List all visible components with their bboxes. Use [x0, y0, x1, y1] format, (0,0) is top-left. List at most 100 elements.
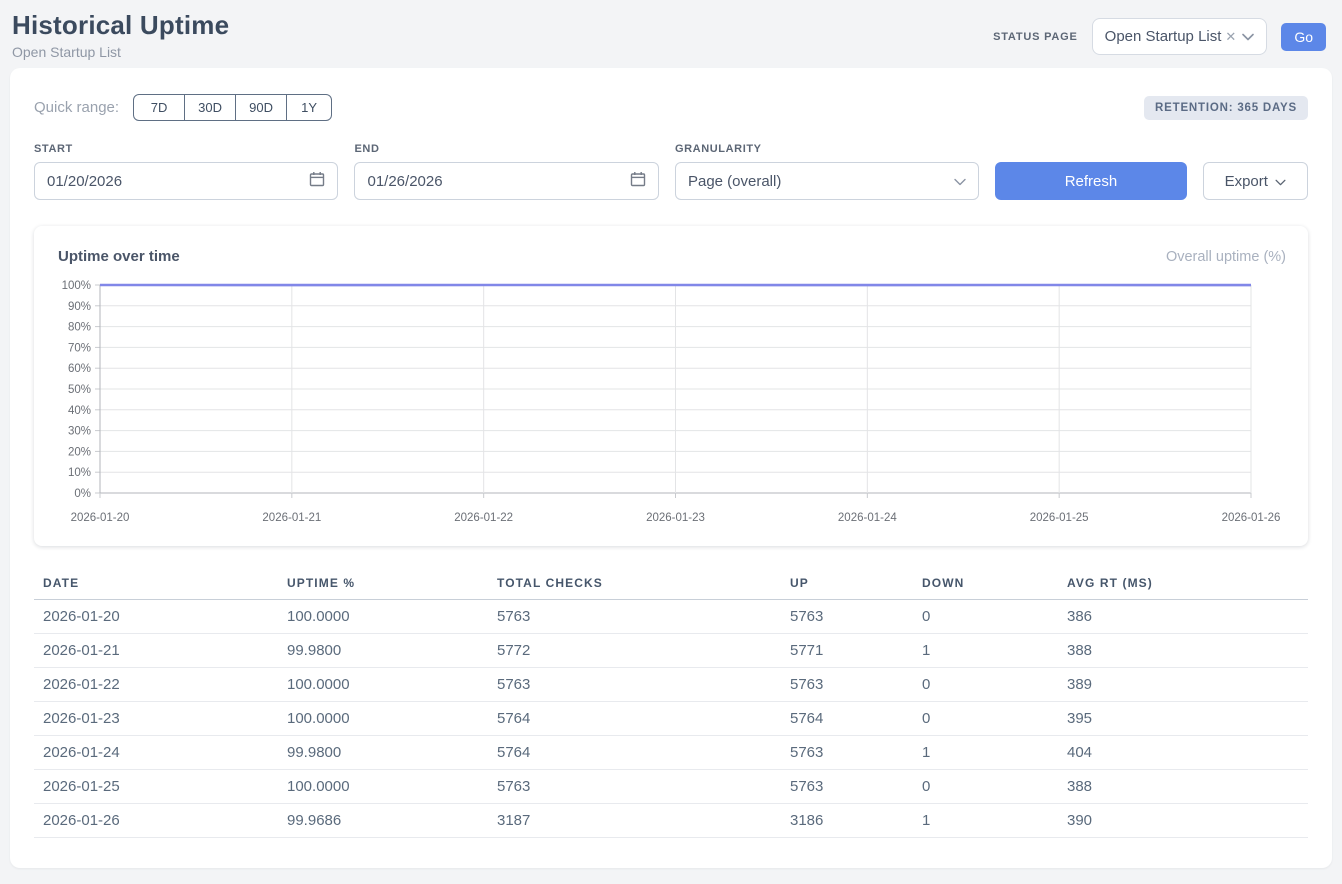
- svg-text:20%: 20%: [68, 446, 91, 458]
- start-date-value: 01/20/2026: [47, 173, 122, 190]
- start-field: START 01/20/2026: [34, 143, 338, 200]
- header-right: STATUS PAGE Open Startup List ✕ Go: [993, 18, 1326, 55]
- table-cell: 5764: [497, 736, 790, 770]
- table-cell: 1: [922, 736, 1067, 770]
- table-row: 2026-01-2699.9686318731861390: [34, 804, 1308, 838]
- calendar-icon[interactable]: [630, 171, 646, 191]
- clear-icon[interactable]: ✕: [1225, 30, 1236, 43]
- table-cell: 390: [1067, 804, 1308, 838]
- table-cell: 404: [1067, 736, 1308, 770]
- svg-text:30%: 30%: [68, 426, 91, 438]
- table-cell: 100.0000: [287, 770, 497, 804]
- table-row: 2026-01-2199.9800577257711388: [34, 634, 1308, 668]
- title-block: Historical Uptime Open Startup List: [12, 10, 229, 60]
- table-cell: 5763: [790, 600, 922, 634]
- table-cell: 2026-01-20: [34, 600, 287, 634]
- retention-badge: RETENTION: 365 DAYS: [1144, 96, 1308, 120]
- table-header-row: DATEUPTIME %TOTAL CHECKSUPDOWNAVG RT (MS…: [34, 568, 1308, 600]
- export-label: Export: [1225, 173, 1268, 190]
- table-cell: 3186: [790, 804, 922, 838]
- column-header: AVG RT (MS): [1067, 568, 1308, 600]
- svg-text:40%: 40%: [68, 405, 91, 417]
- table-row: 2026-01-23100.0000576457640395: [34, 702, 1308, 736]
- export-button[interactable]: Export: [1203, 162, 1308, 200]
- table-row: 2026-01-2499.9800576457631404: [34, 736, 1308, 770]
- table-cell: 5763: [790, 736, 922, 770]
- table-cell: 99.9800: [287, 634, 497, 668]
- table-cell: 3187: [497, 804, 790, 838]
- quick-range-90d[interactable]: 90D: [235, 94, 287, 121]
- refresh-button[interactable]: Refresh: [995, 162, 1186, 200]
- table-row: 2026-01-22100.0000576357630389: [34, 668, 1308, 702]
- svg-text:2026-01-26: 2026-01-26: [1222, 512, 1281, 524]
- svg-text:2026-01-24: 2026-01-24: [838, 512, 897, 524]
- quick-range-row: Quick range: 7D30D90D1Y RETENTION: 365 D…: [34, 94, 1308, 121]
- start-date-input[interactable]: 01/20/2026: [34, 162, 338, 200]
- granularity-value: Page (overall): [688, 173, 781, 190]
- table-row: 2026-01-20100.0000576357630386: [34, 600, 1308, 634]
- svg-text:2026-01-23: 2026-01-23: [646, 512, 705, 524]
- chevron-down-icon: [954, 173, 966, 190]
- table-cell: 0: [922, 600, 1067, 634]
- table-cell: 99.9686: [287, 804, 497, 838]
- table-cell: 388: [1067, 770, 1308, 804]
- granularity-select[interactable]: Page (overall): [675, 162, 979, 200]
- table-cell: 5763: [497, 600, 790, 634]
- column-header: UPTIME %: [287, 568, 497, 600]
- uptime-line-chart: 0%10%20%30%40%50%60%70%80%90%100%2026-01…: [54, 275, 1288, 538]
- go-button[interactable]: Go: [1281, 23, 1326, 51]
- table-cell: 5772: [497, 634, 790, 668]
- svg-text:2026-01-21: 2026-01-21: [262, 512, 321, 524]
- column-header: DOWN: [922, 568, 1067, 600]
- top-header: Historical Uptime Open Startup List STAT…: [0, 0, 1342, 68]
- table-cell: 100.0000: [287, 668, 497, 702]
- quick-range-30d[interactable]: 30D: [184, 94, 236, 121]
- uptime-table: DATEUPTIME %TOTAL CHECKSUPDOWNAVG RT (MS…: [34, 568, 1308, 838]
- table-cell: 0: [922, 702, 1067, 736]
- svg-text:90%: 90%: [68, 301, 91, 313]
- chart-legend: Overall uptime (%): [1166, 249, 1286, 265]
- chart-header: Uptime over time Overall uptime (%): [54, 244, 1288, 275]
- table-cell: 389: [1067, 668, 1308, 702]
- filters-row: START 01/20/2026 END 01/26/2026 GRANULAR…: [34, 143, 1308, 200]
- end-date-value: 01/26/2026: [367, 173, 442, 190]
- end-field: END 01/26/2026: [354, 143, 658, 200]
- calendar-icon[interactable]: [309, 171, 325, 191]
- page-subtitle: Open Startup List: [12, 44, 229, 60]
- quick-range-label: Quick range:: [34, 99, 119, 116]
- end-date-input[interactable]: 01/26/2026: [354, 162, 658, 200]
- quick-range-1y[interactable]: 1Y: [286, 94, 332, 121]
- table-cell: 0: [922, 668, 1067, 702]
- table-cell: 2026-01-21: [34, 634, 287, 668]
- table-cell: 100.0000: [287, 600, 497, 634]
- table-cell: 5771: [790, 634, 922, 668]
- svg-text:50%: 50%: [68, 384, 91, 396]
- column-header: TOTAL CHECKS: [497, 568, 790, 600]
- table-row: 2026-01-25100.0000576357630388: [34, 770, 1308, 804]
- uptime-chart-card: Uptime over time Overall uptime (%) 0% 10…: [34, 226, 1308, 546]
- svg-text:10%: 10%: [68, 467, 91, 479]
- status-page-label: STATUS PAGE: [993, 31, 1078, 43]
- table-cell: 388: [1067, 634, 1308, 668]
- status-page-value: Open Startup List: [1105, 28, 1222, 45]
- quick-range-group: 7D30D90D1Y: [133, 94, 332, 121]
- granularity-label: GRANULARITY: [675, 143, 979, 155]
- status-page-select[interactable]: Open Startup List ✕: [1092, 18, 1268, 55]
- svg-text:100%: 100%: [62, 280, 91, 292]
- chevron-down-icon: [1242, 28, 1254, 45]
- table-cell: 1: [922, 634, 1067, 668]
- svg-text:0%: 0%: [74, 488, 91, 500]
- table-cell: 386: [1067, 600, 1308, 634]
- table-cell: 2026-01-25: [34, 770, 287, 804]
- svg-text:2026-01-22: 2026-01-22: [454, 512, 513, 524]
- table-cell: 5764: [790, 702, 922, 736]
- page-title: Historical Uptime: [12, 10, 229, 41]
- end-label: END: [354, 143, 658, 155]
- table-cell: 5764: [497, 702, 790, 736]
- table-cell: 2026-01-26: [34, 804, 287, 838]
- table-cell: 1: [922, 804, 1067, 838]
- table-cell: 395: [1067, 702, 1308, 736]
- quick-range-7d[interactable]: 7D: [133, 94, 185, 121]
- svg-text:70%: 70%: [68, 342, 91, 354]
- column-header: UP: [790, 568, 922, 600]
